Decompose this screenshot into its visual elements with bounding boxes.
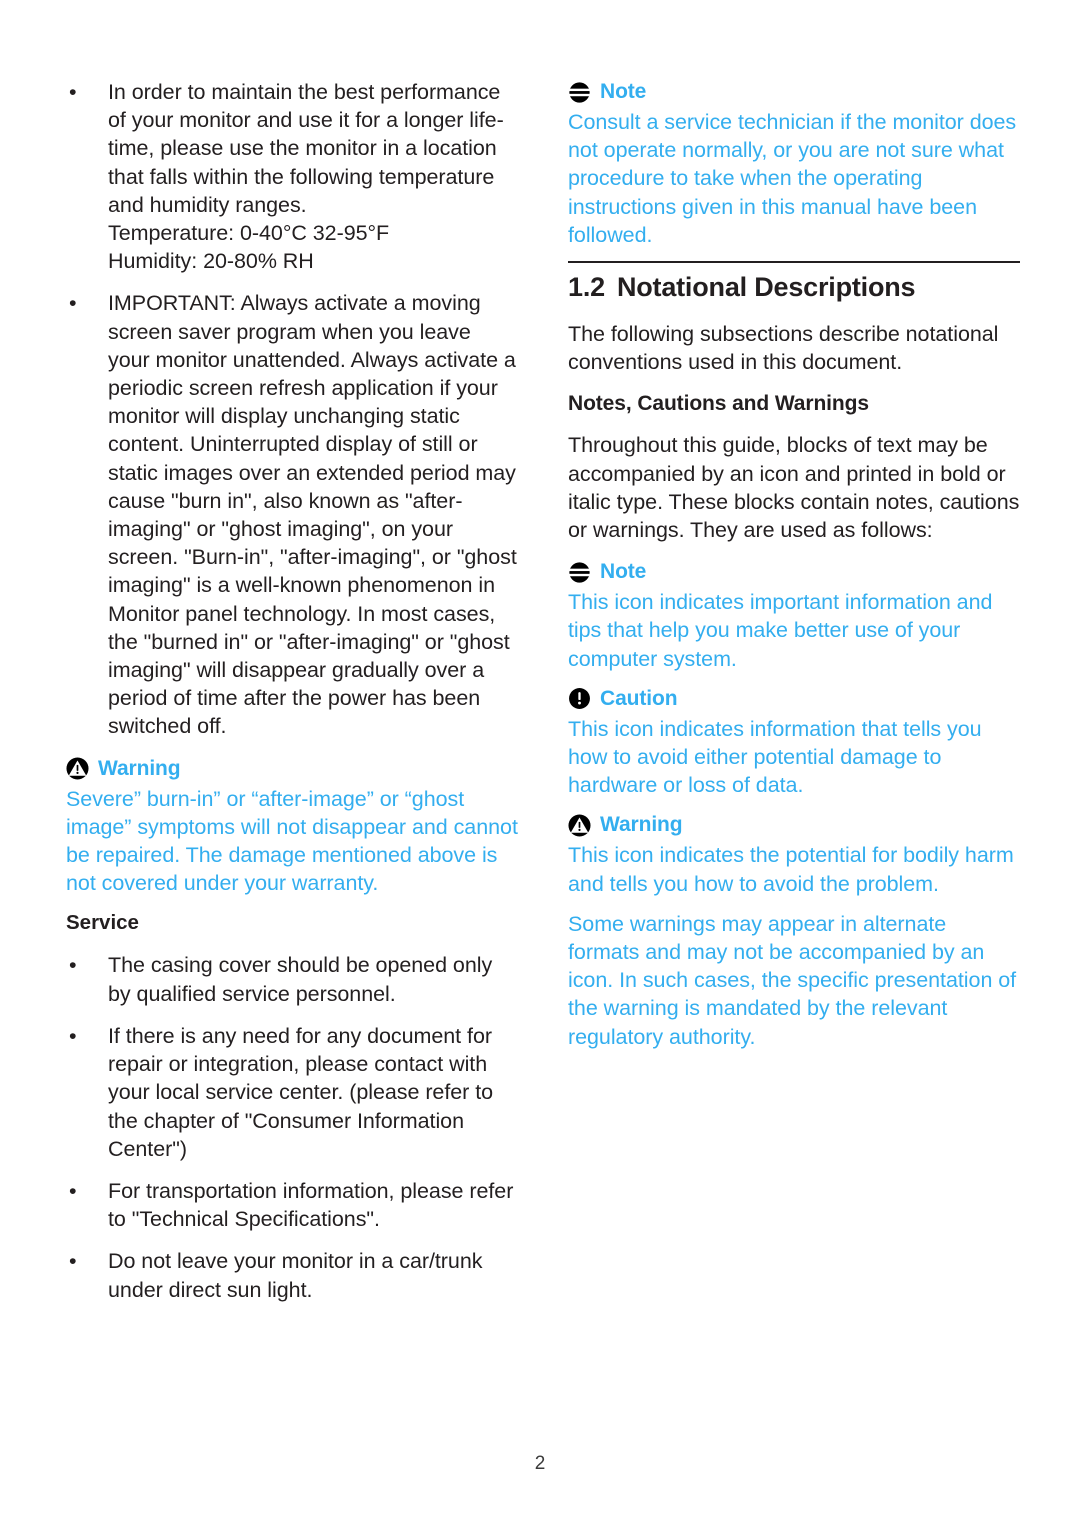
note-lines-icon (568, 561, 591, 584)
list-item-text: For transportation information, please r… (108, 1178, 514, 1232)
bullet-dot: • (69, 1023, 77, 1048)
bullet-dot: • (69, 80, 77, 104)
list-item-text: The casing cover should be opened only b… (108, 953, 493, 1006)
warning-callout-body-secondary: Some warnings may appear in alternate fo… (568, 911, 1017, 1049)
list-item: • Do not leave your monitor in a car/tru… (66, 1247, 518, 1303)
warning-triangle-icon (66, 757, 89, 780)
list-item: • In order to maintain the best performa… (66, 78, 518, 275)
list-item: • IMPORTANT: Always activate a moving sc… (66, 289, 518, 740)
note-callout-top: Note Consult a service technician if the… (568, 78, 1020, 249)
note-callout-header: Note (568, 558, 1020, 586)
list-item-text: In order to maintain the best performanc… (108, 80, 504, 217)
warning-triangle-icon (568, 814, 591, 837)
note-callout-top-header: Note (568, 78, 1020, 106)
left-column: • In order to maintain the best performa… (66, 78, 518, 1318)
page-title: 1.2 Notational Descriptions (568, 270, 1020, 304)
service-heading: Service (66, 911, 139, 935)
caution-exclamation-icon (568, 687, 591, 710)
bullet-dot: • (69, 1178, 77, 1203)
bullet-dot: • (69, 953, 77, 978)
warning-callout-body: This icon indicates the potential for bo… (568, 843, 1014, 896)
bullet-dot: • (69, 1249, 77, 1274)
subsection-heading: Notes, Cautions and Warnings (568, 392, 869, 416)
note-lines-icon (568, 81, 591, 104)
caution-callout: Caution This icon indicates information … (568, 685, 1020, 800)
warning-callout: Warning Severe” burn-in” or “after-image… (66, 755, 518, 898)
section-intro: The following subsections describe notat… (568, 322, 999, 375)
page-number: 2 (534, 1453, 546, 1474)
note-callout-body: This icon indicates important informatio… (568, 590, 993, 671)
list-item-text: If there is any need for any document fo… (108, 1023, 494, 1161)
list-item: • For transportation information, please… (66, 1177, 518, 1233)
note-callout-title: Note (600, 560, 647, 584)
list-item: • If there is any need for any document … (66, 1022, 518, 1163)
caution-callout-header: Caution (568, 685, 1020, 713)
humidity-range: Humidity: 20-80% RH (108, 249, 314, 274)
list-item-text: Do not leave your monitor in a car/trunk… (108, 1249, 483, 1302)
warning-callout-body: Severe” burn-in” or “after-image” or “gh… (66, 786, 518, 896)
right-column: Note Consult a service technician if the… (568, 78, 1020, 1063)
caution-callout-title: Caution (600, 686, 678, 710)
note-callout-top-body: Consult a service technician if the moni… (568, 110, 1017, 247)
warning-callout-title: Warning (600, 813, 683, 837)
warning-callout-header: Warning (568, 811, 1020, 839)
note-callout: Note This icon indicates important infor… (568, 558, 1020, 673)
section-divider (568, 261, 1020, 264)
warning-callout-title: Warning (98, 756, 181, 780)
warning-callout-header: Warning (66, 755, 518, 783)
bullet-dot: • (69, 291, 77, 316)
caution-callout-body: This icon indicates information that tel… (568, 716, 982, 798)
note-callout-top-title: Note (600, 80, 647, 103)
list-item: • The casing cover should be opened only… (66, 951, 518, 1007)
section-title: Notational Descriptions (616, 272, 916, 303)
warning-callout: Warning This icon indicates the potentia… (568, 811, 1020, 1050)
document-page: • In order to maintain the best performa… (0, 0, 1080, 1532)
temperature-range: Temperature: 0-40°C 32-95°F (108, 221, 390, 246)
section-number: 1.2 (568, 272, 605, 303)
subsection-intro: Throughout this guide, blocks of text ma… (568, 433, 1020, 543)
list-item-text: IMPORTANT: Always activate a moving scre… (108, 291, 517, 739)
